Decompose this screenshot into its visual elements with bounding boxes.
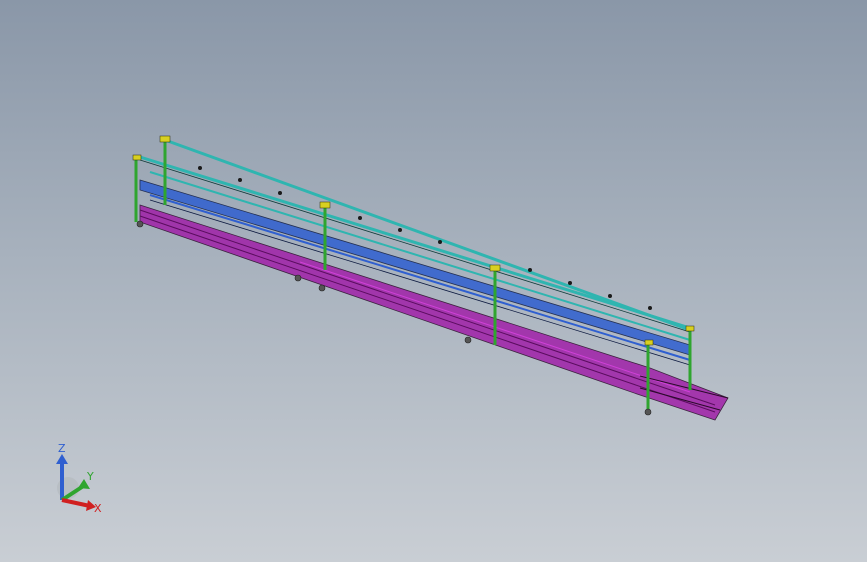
z-axis-label: Z	[58, 442, 66, 455]
mid-rail-layer	[139, 179, 691, 366]
x-axis-label: X	[94, 502, 102, 515]
graphics-viewport[interactable]: Z Y X	[0, 0, 867, 562]
z-arrow-icon	[56, 454, 68, 464]
y-axis-label: Y	[86, 470, 94, 483]
x-axis	[61, 498, 91, 508]
roller-dots	[198, 166, 652, 310]
coordinate-triad: Z Y X	[56, 442, 102, 515]
3d-model-view[interactable]	[0, 0, 867, 562]
